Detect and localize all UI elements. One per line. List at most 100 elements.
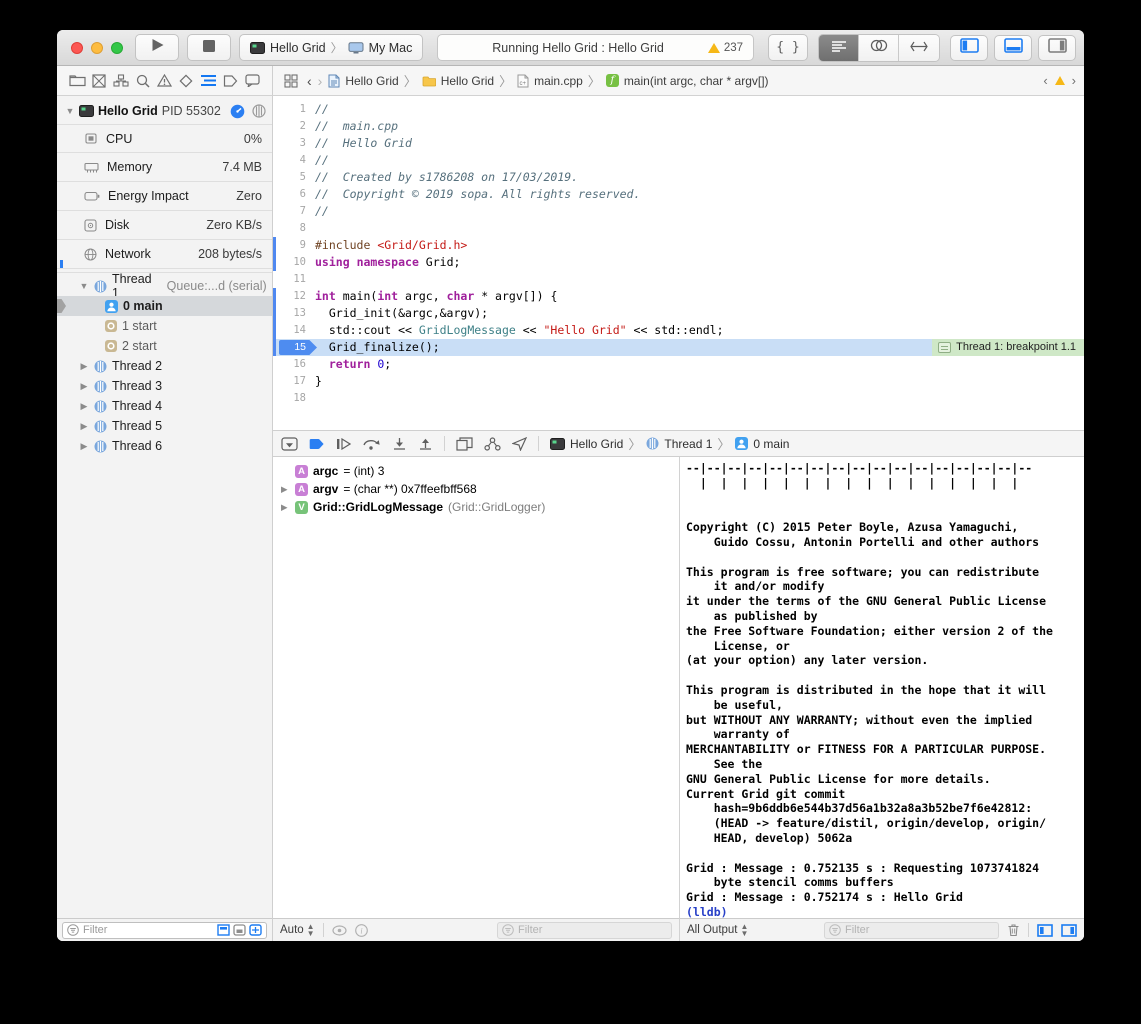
breakpoint-arrow-icon[interactable]: 15 — [279, 340, 317, 355]
process-row[interactable]: ▼ Hello Grid PID 55302 — [57, 98, 272, 124]
assistant-editor-button[interactable] — [859, 35, 899, 61]
stack-frame-row[interactable]: 1 start — [57, 316, 272, 336]
continue-button[interactable] — [336, 438, 351, 450]
line-number[interactable]: 5 — [273, 169, 315, 186]
line-number[interactable]: 14 — [273, 322, 315, 339]
run-button[interactable] — [135, 34, 179, 61]
jumpbar-crumb[interactable]: Hello Grid — [422, 74, 494, 88]
scheme-selector[interactable]: Hello Grid 〉 My Mac — [239, 34, 423, 61]
breakpoint-annotation[interactable]: Thread 1: breakpoint 1.1 — [932, 339, 1084, 356]
code-line[interactable]: 8 — [273, 220, 1084, 237]
line-number[interactable]: 12 — [273, 288, 315, 305]
gauge-row-network[interactable]: Network208 bytes/s — [57, 240, 272, 269]
quicklook-eye-icon[interactable] — [332, 925, 347, 936]
code-line[interactable]: 10using namespace Grid; — [273, 254, 1084, 271]
code-line[interactable]: 1// — [273, 101, 1084, 118]
jumpbar-crumb[interactable]: c+main.cpp — [517, 74, 583, 88]
report-navigator-icon[interactable] — [242, 70, 262, 92]
line-number[interactable]: 2 — [273, 118, 315, 135]
code-line[interactable]: 18 — [273, 390, 1084, 407]
gauge-row-cpu[interactable]: CPU0% — [57, 124, 272, 153]
disclosure-right-icon[interactable]: ▶ — [79, 421, 89, 432]
line-number[interactable]: 16 — [273, 356, 315, 373]
code-line[interactable]: 6// Copyright © 2019 sopa. All rights re… — [273, 186, 1084, 203]
toggle-debug-area-button[interactable] — [994, 35, 1032, 61]
line-number[interactable]: 1 — [273, 101, 315, 118]
test-navigator-icon[interactable] — [176, 70, 196, 92]
variable-row[interactable]: ▶Aargv = (char **) 0x7ffeefbff568 — [273, 480, 679, 498]
variables-filter-input[interactable]: Filter — [497, 922, 672, 939]
step-over-button[interactable] — [362, 437, 381, 450]
code-line[interactable]: 13 Grid_init(&argc,&argv); — [273, 305, 1084, 322]
show-stack-frames-icon[interactable] — [249, 924, 262, 936]
thread-row[interactable]: ▶Thread 4 — [57, 396, 272, 416]
breakpoints-toggle-button[interactable] — [309, 438, 325, 450]
step-into-button[interactable] — [392, 437, 407, 450]
variable-row[interactable]: Aargc = (int) 3 — [273, 462, 679, 480]
close-window-button[interactable] — [71, 42, 83, 54]
variables-scope-popup[interactable]: Auto ▲▼ — [280, 923, 315, 937]
show-paused-threads-icon[interactable] — [217, 924, 230, 936]
source-control-navigator-icon[interactable] — [89, 70, 109, 92]
console-scope-popup[interactable]: All Output ▲▼ — [687, 923, 748, 937]
code-line[interactable]: 7// — [273, 203, 1084, 220]
related-items-icon[interactable] — [281, 70, 301, 92]
toggle-navigator-button[interactable] — [950, 35, 988, 61]
previous-issue-button[interactable]: ‹ — [1043, 73, 1047, 88]
thread-row[interactable]: ▶Thread 3 — [57, 376, 272, 396]
version-editor-button[interactable] — [899, 35, 939, 61]
disclosure-right-icon[interactable]: ▶ — [281, 484, 290, 495]
gauge-icon[interactable] — [230, 104, 245, 119]
breakpoint-navigator-icon[interactable] — [220, 70, 240, 92]
symbol-navigator-icon[interactable] — [111, 70, 131, 92]
thread-row[interactable]: ▶Thread 2 — [57, 356, 272, 376]
disclosure-down-icon[interactable]: ▼ — [79, 281, 89, 291]
disclosure-right-icon[interactable]: ▶ — [79, 361, 89, 372]
code-line[interactable]: 1515 Grid_finalize();Thread 1: breakpoin… — [273, 339, 1084, 356]
gauge-row-disk[interactable]: DiskZero KB/s — [57, 211, 272, 240]
stop-button[interactable] — [187, 34, 231, 61]
debug-breadcrumb-item[interactable]: Thread 1 — [646, 437, 712, 451]
next-issue-button[interactable]: › — [1072, 73, 1076, 88]
disclosure-right-icon[interactable]: ▶ — [79, 401, 89, 412]
thread-row[interactable]: ▶Thread 5 — [57, 416, 272, 436]
zoom-window-button[interactable] — [111, 42, 123, 54]
line-number[interactable]: 8 — [273, 220, 315, 237]
line-number[interactable]: 7 — [273, 203, 315, 220]
disclosure-right-icon[interactable]: ▶ — [79, 441, 89, 452]
debug-breadcrumb-item[interactable]: 0 main — [735, 437, 789, 451]
line-number[interactable]: 17 — [273, 373, 315, 390]
navigator-filter-input[interactable]: Filter — [62, 922, 267, 939]
lldb-prompt[interactable]: (lldb) — [686, 905, 1084, 918]
info-icon[interactable]: i — [355, 924, 368, 937]
code-line[interactable]: 4// — [273, 152, 1084, 169]
find-navigator-icon[interactable] — [133, 70, 153, 92]
code-line[interactable]: 3// Hello Grid — [273, 135, 1084, 152]
disclosure-down-icon[interactable]: ▼ — [65, 106, 75, 116]
go-forward-button[interactable]: › — [318, 73, 323, 89]
code-line[interactable]: 9#include <Grid/Grid.h> — [273, 237, 1084, 254]
step-out-button[interactable] — [418, 437, 433, 450]
issue-navigator-icon[interactable] — [155, 70, 175, 92]
code-line[interactable]: 17} — [273, 373, 1084, 390]
line-number[interactable]: 13 — [273, 305, 315, 322]
show-console-view-button[interactable] — [1061, 924, 1077, 937]
toggle-inspector-button[interactable] — [1038, 35, 1076, 61]
disclosure-right-icon[interactable]: ▶ — [79, 381, 89, 392]
code-line[interactable]: 11 — [273, 271, 1084, 288]
line-number[interactable]: 10 — [273, 254, 315, 271]
line-number[interactable]: 4 — [273, 152, 315, 169]
thread-row[interactable]: ▼Thread 1Queue:...d (serial) — [57, 276, 272, 296]
show-variables-view-button[interactable] — [1037, 924, 1053, 937]
debug-navigator-icon[interactable] — [198, 70, 218, 92]
stack-frame-row[interactable]: 0 main — [57, 296, 272, 316]
gauge-row-memory[interactable]: Memory7.4 MB — [57, 153, 272, 182]
simulate-location-button[interactable] — [512, 437, 527, 451]
console-output[interactable]: --|--|--|--|--|--|--|--|--|--|--|--|--|-… — [680, 457, 1084, 918]
memory-graph-button[interactable] — [484, 437, 501, 451]
show-running-threads-icon[interactable] — [233, 924, 246, 936]
debug-view-hierarchy-button[interactable] — [456, 437, 473, 451]
line-number[interactable]: 18 — [273, 390, 315, 407]
debug-breadcrumb-item[interactable]: Hello Grid — [550, 437, 623, 451]
code-line[interactable]: 12int main(int argc, char * argv[]) { — [273, 288, 1084, 305]
